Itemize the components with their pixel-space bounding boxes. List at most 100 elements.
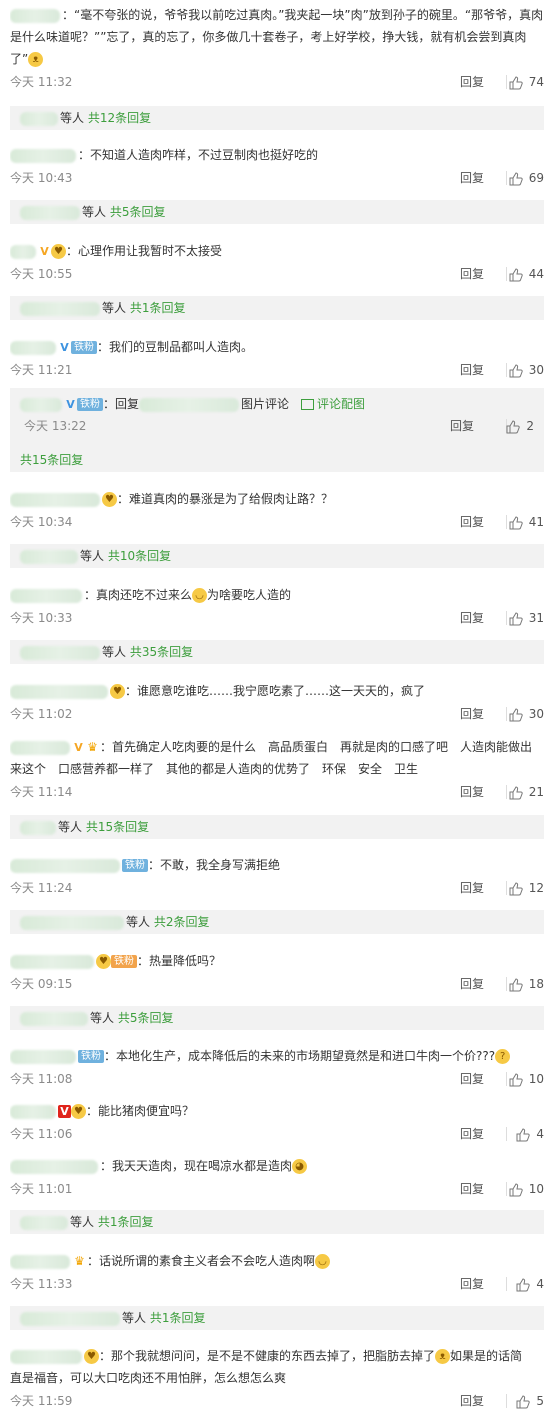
comment-text: ：“毫不夸张的说，爷爷我以前吃过真肉。”我夹起一块”肉”放到孙子的碗里。“那爷爷… [62,8,544,22]
like-count: 30 [528,363,544,377]
username-blur[interactable] [10,1349,82,1364]
reply-count[interactable]: 共5条回复 [118,1011,174,1025]
reply-button[interactable]: 回复 [460,878,484,898]
comment-meta: 今天 10:33 回复 31 [10,608,544,628]
fan-badge: 铁粉 [111,955,137,968]
like-button[interactable]: 31 [498,608,544,628]
reply-button[interactable]: 回复 [460,1274,484,1294]
reply-count[interactable]: 共10条回复 [108,549,171,563]
reply-button[interactable]: 回复 [460,1069,484,1089]
reply-count[interactable]: 共5条回复 [110,205,166,219]
reply-button[interactable]: 回复 [460,704,484,724]
thread-replies-link[interactable]: 等人 共5条回复 [10,200,544,224]
username-blur[interactable] [10,492,100,507]
username-blur[interactable] [10,588,82,603]
reply-button[interactable]: 回复 [460,608,484,628]
reply-button[interactable]: 回复 [460,1124,484,1144]
like-button[interactable]: 21 [498,782,544,802]
like-button[interactable]: 69 [498,168,544,188]
reply-button[interactable]: 回复 [460,1391,484,1411]
reply-count[interactable]: 共15条回复 [86,820,149,834]
image-comment-link[interactable]: 评论配图 [301,397,365,411]
like-button[interactable]: 4 [498,1124,544,1144]
reply-count[interactable]: 共1条回复 [150,1311,206,1325]
thread-replies-link[interactable]: 等人 共15条回复 [10,815,544,839]
like-button[interactable]: 30 [498,704,544,724]
reply-button[interactable]: 回复 [460,264,484,284]
username-blur [20,645,100,660]
username-blur[interactable] [10,148,76,163]
replies-suffix: 等人 [70,1215,95,1229]
thread-replies-link[interactable]: 等人 共2条回复 [10,910,544,934]
like-button[interactable]: 10 [498,1069,544,1089]
reply-count[interactable]: 共1条回复 [130,301,186,315]
reply-count[interactable]: 共12条回复 [88,111,151,125]
like-button[interactable]: 74 [498,72,544,92]
username-blur[interactable] [10,1159,98,1174]
username-blur[interactable] [20,397,62,412]
like-button[interactable]: 44 [498,264,544,284]
reply-button[interactable]: 回复 [460,360,484,380]
username-blur[interactable] [10,8,60,23]
reply-button[interactable]: 回复 [450,416,474,436]
comment-meta: 今天 11:21 回复 30 [10,360,544,380]
reply-button[interactable]: 回复 [460,72,484,92]
like-count: 18 [528,977,544,991]
thread-replies-link[interactable]: 等人 共10条回复 [10,544,544,568]
like-button[interactable]: 12 [498,878,544,898]
like-count: 10 [528,1182,544,1196]
username-blur[interactable] [10,244,36,259]
thread-replies-link[interactable]: 等人 共5条回复 [10,1006,544,1030]
timestamp: 今天 13:22 [24,419,87,433]
thumb-up-icon [509,785,523,799]
reply-count[interactable]: 共15条回复 [20,453,83,467]
replies-suffix: 等人 [82,205,107,219]
reply-button[interactable]: 回复 [460,168,484,188]
comment-text: ：难道真肉的暴涨是为了给假肉让路？？ [117,492,334,506]
like-button[interactable]: 10 [498,1179,544,1199]
laugh-emoji-icon: ◡ [315,1254,331,1269]
reply-button[interactable]: 回复 [460,512,484,532]
replies-suffix: 等人 [102,301,127,315]
thumb-up-icon [509,707,523,721]
reply-button[interactable]: 回复 [460,1179,484,1199]
reply-button[interactable]: 回复 [460,782,484,802]
timestamp: 今天 11:32 [10,75,73,89]
like-button[interactable]: 5 [498,1391,544,1411]
thread-replies-link[interactable]: 等人 共1条回复 [10,296,544,320]
mention-blur[interactable] [139,397,240,412]
thumb-up-icon [509,515,523,529]
reply-count[interactable]: 共2条回复 [154,915,210,929]
thumb-up-icon [509,611,523,625]
replies-suffix: 等人 [80,549,105,563]
like-button[interactable]: 2 [488,416,534,436]
thread-replies-link[interactable]: 等人 共1条回复 [10,1306,544,1330]
username-blur[interactable] [10,740,70,755]
like-count: 30 [528,707,544,721]
username-blur[interactable] [10,1049,76,1064]
replies-suffix: 等人 [58,820,83,834]
like-count: 69 [528,171,544,185]
like-button[interactable]: 41 [498,512,544,532]
username-blur[interactable] [10,858,120,873]
cat-emoji-icon: ᴥ [435,1349,451,1364]
timestamp: 今天 11:14 [10,785,73,799]
comment-meta: 今天 11:32 回复 74 [10,72,544,92]
reply-count[interactable]: 共35条回复 [130,645,193,659]
username-blur[interactable] [10,684,108,699]
username-blur[interactable] [10,1104,56,1119]
like-count: 21 [528,785,544,799]
username-blur[interactable] [10,954,94,969]
like-button[interactable]: 4 [498,1274,544,1294]
like-button[interactable]: 18 [498,974,544,994]
reply-count[interactable]: 共1条回复 [98,1215,154,1229]
like-button[interactable]: 30 [498,360,544,380]
thread-replies-link[interactable]: 等人 共12条回复 [10,106,544,130]
crown-icon: ♛ [87,740,98,754]
thread-replies-link[interactable]: 等人 共35条回复 [10,640,544,664]
thread-replies-link[interactable]: 等人 共1条回复 [10,1210,544,1234]
username-blur[interactable] [10,340,56,355]
username-blur[interactable] [10,1254,70,1269]
reply-button[interactable]: 回复 [460,974,484,994]
thumb-up-icon [509,977,523,991]
